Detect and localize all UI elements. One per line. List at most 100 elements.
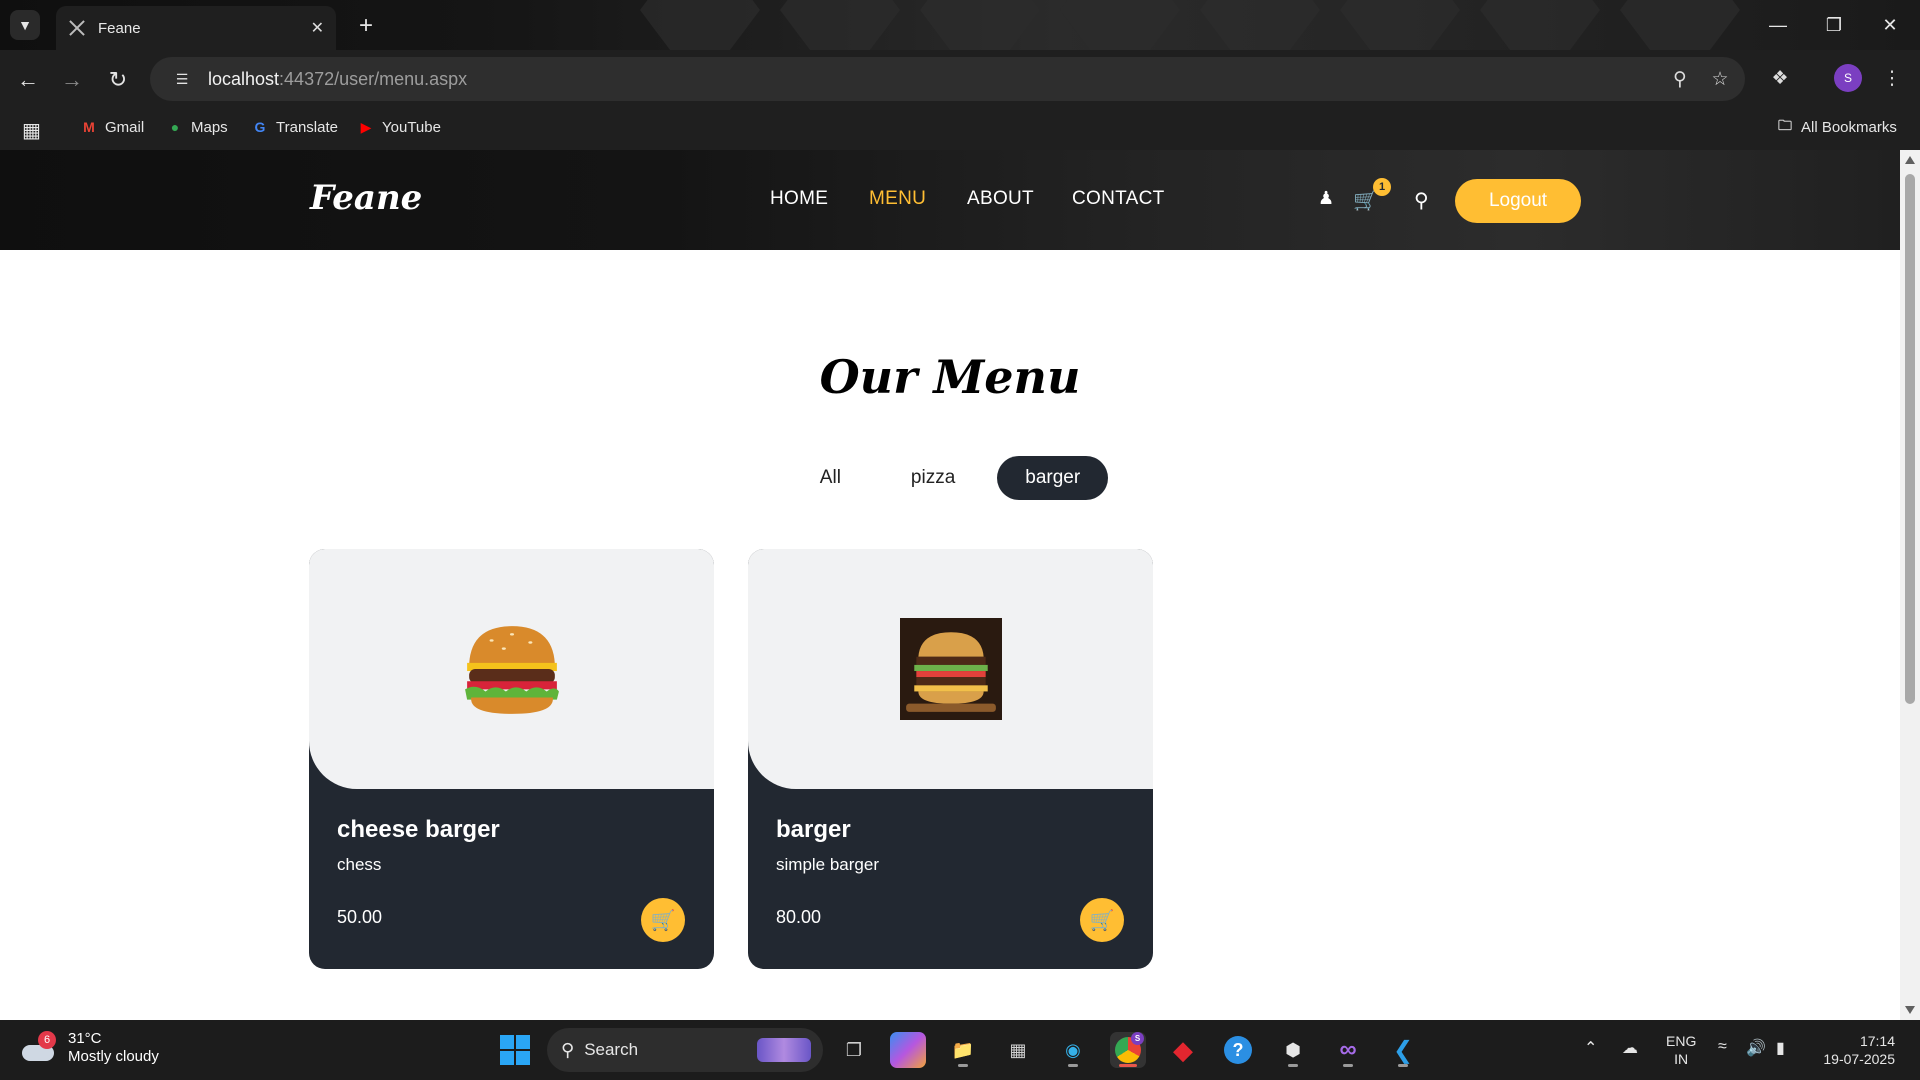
bookmark-label: Maps xyxy=(191,118,228,136)
system-clock[interactable]: 17:14 19-07-2025 xyxy=(1815,1032,1895,1068)
extensions-icon[interactable]: ❖ xyxy=(1768,66,1792,90)
url-host: localhost xyxy=(208,68,280,89)
clock-date: 19-07-2025 xyxy=(1823,1051,1895,1067)
apps-grid-icon[interactable]: ▦ xyxy=(22,118,41,143)
user-icon[interactable]: ♟ xyxy=(1318,188,1334,209)
wallpaper-hex xyxy=(780,0,900,50)
battery-icon[interactable]: ▮ xyxy=(1776,1038,1785,1058)
page-scrollbar[interactable] xyxy=(1900,150,1920,1020)
weather-temperature: 31°C xyxy=(68,1030,102,1047)
back-arrow-icon[interactable]: ← xyxy=(14,66,42,94)
add-to-cart-button[interactable]: 🛒 xyxy=(1080,898,1124,942)
filter-all[interactable]: All xyxy=(792,456,869,500)
weather-badge: 6 xyxy=(38,1031,56,1049)
filter-barger[interactable]: barger xyxy=(997,456,1109,500)
search-icon[interactable]: ⚲ xyxy=(1414,188,1429,213)
windows-taskbar: 6 31°C Mostly cloudy ⚲ Search ❐ 📁 ▦ ◉ S … xyxy=(0,1020,1920,1080)
browser-toolbar: ← → ↻ ☰ localhost:44372/user/menu.aspx ⚲… xyxy=(0,50,1920,108)
scroll-thumb[interactable] xyxy=(1905,174,1915,704)
all-bookmarks-label: All Bookmarks xyxy=(1801,118,1897,136)
browser-menu-icon[interactable]: ⋮ xyxy=(1880,66,1904,90)
vscode-icon[interactable]: ❮ xyxy=(1385,1032,1421,1068)
nav-home[interactable]: HOME xyxy=(770,188,828,210)
site-info-icon[interactable]: ☰ xyxy=(170,67,194,91)
cheeseburger-image xyxy=(464,626,559,714)
chevron-down-icon: ▼ xyxy=(18,17,32,33)
menu-item-description: simple barger xyxy=(776,855,879,874)
cart-count-badge: 1 xyxy=(1373,178,1391,196)
volume-icon[interactable]: 🔊 xyxy=(1746,1038,1766,1058)
weather-widget[interactable]: 6 31°C Mostly cloudy xyxy=(20,1030,159,1066)
profile-avatar[interactable]: S xyxy=(1834,64,1862,92)
bookmark-gmail[interactable]: M Gmail xyxy=(80,118,144,136)
tab-search-button[interactable]: ▼ xyxy=(10,10,40,40)
zoom-icon[interactable]: ⚲ xyxy=(1668,67,1692,91)
browser-tab-bar: ▼ Feane ✕ + — ❐ ✕ xyxy=(0,0,1920,50)
forward-arrow-icon[interactable]: → xyxy=(58,66,86,94)
visual-studio-icon[interactable]: ∞ xyxy=(1330,1032,1366,1068)
filter-pizza[interactable]: pizza xyxy=(883,456,983,500)
minimize-window-button[interactable]: — xyxy=(1756,8,1800,42)
bookmarks-bar: ▦ M Gmail ● Maps G Translate ▶ YouTube 🗀… xyxy=(0,108,1920,150)
task-view-icon[interactable]: ❐ xyxy=(836,1032,872,1068)
weather-condition: Mostly cloudy xyxy=(68,1048,159,1065)
wifi-icon[interactable]: ≈ xyxy=(1718,1038,1727,1056)
wallpaper-hex xyxy=(1480,0,1600,50)
bookmark-maps[interactable]: ● Maps xyxy=(166,118,228,136)
windows-start-icon[interactable] xyxy=(500,1035,530,1065)
site-favicon-icon xyxy=(68,19,86,37)
scroll-up-arrow-icon[interactable] xyxy=(1905,156,1915,164)
menu-item-card: barger simple barger 80.00 🛒 xyxy=(748,549,1153,969)
nav-about[interactable]: ABOUT xyxy=(967,188,1034,210)
chrome-profile-badge: S xyxy=(1131,1032,1144,1045)
new-tab-button[interactable]: + xyxy=(352,12,380,40)
reload-icon[interactable]: ↻ xyxy=(104,66,132,94)
menu-item-name: barger xyxy=(776,816,851,843)
search-highlight-image xyxy=(757,1038,811,1062)
taskbar-search[interactable]: ⚲ Search xyxy=(547,1028,823,1072)
git-tool-icon[interactable]: ◆ xyxy=(1165,1032,1201,1068)
scroll-down-arrow-icon[interactable] xyxy=(1905,1006,1915,1014)
nav-menu[interactable]: MENU xyxy=(869,188,926,210)
clock-time: 17:14 xyxy=(1859,1033,1895,1049)
bookmark-label: Gmail xyxy=(105,118,145,136)
all-bookmarks-folder[interactable]: 🗀 All Bookmarks xyxy=(1776,117,1897,136)
nav-contact[interactable]: CONTACT xyxy=(1072,188,1165,210)
address-bar[interactable]: ☰ localhost:44372/user/menu.aspx ⚲ ☆ xyxy=(150,57,1745,101)
edge-browser-icon[interactable]: ◉ xyxy=(1055,1032,1091,1068)
wallpaper-hex xyxy=(1060,0,1180,50)
bookmark-translate[interactable]: G Translate xyxy=(251,118,338,136)
add-to-cart-button[interactable]: 🛒 xyxy=(641,898,685,942)
bookmark-youtube[interactable]: ▶ YouTube xyxy=(357,118,441,136)
menu-item-name: cheese barger xyxy=(337,816,500,843)
chrome-browser-icon[interactable]: S xyxy=(1110,1032,1146,1068)
cart-icon: 🛒 xyxy=(1089,909,1115,932)
site-header: Feane HOME MENU ABOUT CONTACT ♟ 🛒 1 ⚲ Lo… xyxy=(0,150,1900,250)
copilot-icon[interactable] xyxy=(890,1032,926,1068)
help-icon[interactable]: ? xyxy=(1220,1032,1256,1068)
file-explorer-icon[interactable]: 📁 xyxy=(945,1032,981,1068)
onedrive-cloud-icon[interactable]: ☁ xyxy=(1622,1038,1638,1058)
wallpaper-hex xyxy=(1620,0,1740,50)
bookmark-star-icon[interactable]: ☆ xyxy=(1708,67,1732,91)
page-viewport: Feane HOME MENU ABOUT CONTACT ♟ 🛒 1 ⚲ Lo… xyxy=(0,150,1920,1020)
close-window-button[interactable]: ✕ xyxy=(1868,8,1912,42)
show-hidden-icons-chevron-icon[interactable]: ⌃ xyxy=(1584,1038,1597,1058)
cart-icon: 🛒 xyxy=(650,909,676,932)
maps-icon: ● xyxy=(170,119,180,135)
microsoft-store-icon[interactable]: ▦ xyxy=(1000,1032,1036,1068)
dev-tool-icon[interactable]: ⬢ xyxy=(1275,1032,1311,1068)
wallpaper-hex xyxy=(1200,0,1320,50)
site-brand-logo[interactable]: Feane xyxy=(310,178,422,218)
input-language-indicator[interactable]: ENG IN xyxy=(1666,1032,1696,1068)
restore-window-button[interactable]: ❐ xyxy=(1812,8,1856,42)
menu-item-card: cheese barger chess 50.00 🛒 xyxy=(309,549,714,969)
logout-button[interactable]: Logout xyxy=(1455,179,1581,223)
menu-title: Our Menu xyxy=(819,350,1081,404)
tab-title: Feane xyxy=(98,19,141,37)
close-tab-icon[interactable]: ✕ xyxy=(311,18,324,38)
menu-item-price: 80.00 xyxy=(776,907,822,927)
search-icon: ⚲ xyxy=(561,1039,575,1060)
menu-item-price: 50.00 xyxy=(337,907,383,927)
browser-tab-active[interactable]: Feane ✕ xyxy=(56,6,336,50)
